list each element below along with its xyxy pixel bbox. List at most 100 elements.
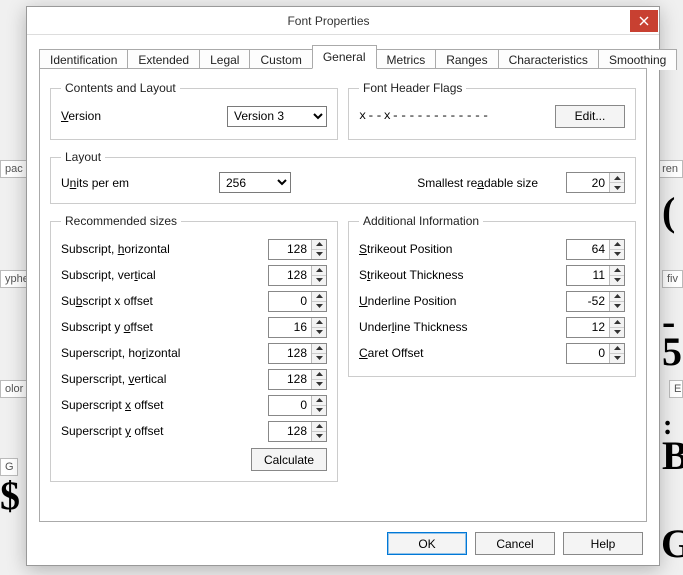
superscript-y-offset-spinner[interactable] xyxy=(268,421,327,442)
superscript-y-offset-label: Superscript y offset xyxy=(61,424,268,438)
spin-up-icon[interactable] xyxy=(312,266,326,276)
caret-offset-label: Caret Offset xyxy=(359,346,566,360)
help-button[interactable]: Help xyxy=(563,532,643,555)
smallest-readable-input[interactable] xyxy=(567,173,609,192)
units-per-em-select[interactable]: 256 xyxy=(219,172,291,193)
underline-position-spinner[interactable] xyxy=(566,291,625,312)
tab-custom[interactable]: Custom xyxy=(249,49,312,70)
subscript-y-offset-label: Subscript y offset xyxy=(61,320,268,334)
bg-text: pac xyxy=(0,160,28,178)
ok-button[interactable]: OK xyxy=(387,532,467,555)
spin-up-icon[interactable] xyxy=(610,266,624,276)
calculate-button[interactable]: Calculate xyxy=(251,448,327,471)
bg-text: ren xyxy=(657,160,683,178)
smallest-readable-spinner[interactable] xyxy=(566,172,625,193)
units-per-em-label: Units per em xyxy=(61,176,201,190)
superscript-horizontal-label: Superscript, horizontal xyxy=(61,346,268,360)
spin-down-icon[interactable] xyxy=(610,302,624,311)
subscript-horizontal-spinner[interactable] xyxy=(268,239,327,260)
spin-up-icon[interactable] xyxy=(312,370,326,380)
group-legend: Layout xyxy=(61,150,105,164)
bg-glyph: G xyxy=(661,520,683,567)
font-properties-dialog: Font Properties Identification Extended … xyxy=(26,6,660,566)
spin-up-icon[interactable] xyxy=(610,292,624,302)
underline-thickness-spinner[interactable] xyxy=(566,317,625,338)
flags-pattern: x--x------------ xyxy=(359,109,555,123)
cancel-button[interactable]: Cancel xyxy=(475,532,555,555)
caret-offset-spinner[interactable] xyxy=(566,343,625,364)
strikeout-thickness-spinner[interactable] xyxy=(566,265,625,286)
tab-strip: Identification Extended Legal Custom Gen… xyxy=(39,45,647,69)
strikeout-thickness-label: Strikeout Thickness xyxy=(359,268,566,282)
spin-up-icon[interactable] xyxy=(312,422,326,432)
spin-down-icon[interactable] xyxy=(610,183,624,192)
spin-up-icon[interactable] xyxy=(312,292,326,302)
bg-glyph: B xyxy=(662,432,683,479)
underline-position-label: Underline Position xyxy=(359,294,566,308)
bg-glyph: $ xyxy=(0,472,20,519)
tab-characteristics[interactable]: Characteristics xyxy=(498,49,599,70)
spin-up-icon[interactable] xyxy=(312,240,326,250)
spin-down-icon[interactable] xyxy=(610,276,624,285)
dialog-footer: OK Cancel Help xyxy=(39,522,647,557)
tab-identification[interactable]: Identification xyxy=(39,49,128,70)
spin-up-icon[interactable] xyxy=(312,318,326,328)
spin-down-icon[interactable] xyxy=(610,328,624,337)
subscript-horizontal-label: Subscript, horizontal xyxy=(61,242,268,256)
subscript-x-offset-spinner[interactable] xyxy=(268,291,327,312)
close-button[interactable] xyxy=(630,10,658,32)
spin-up-icon[interactable] xyxy=(610,344,624,354)
group-legend: Additional Information xyxy=(359,214,483,228)
group-additional-information: Additional Information Strikeout Positio… xyxy=(348,214,636,377)
spin-down-icon[interactable] xyxy=(312,354,326,363)
tab-metrics[interactable]: Metrics xyxy=(376,49,437,70)
tab-extended[interactable]: Extended xyxy=(127,49,200,70)
subscript-vertical-label: Subscript, vertical xyxy=(61,268,268,282)
version-select[interactable]: Version 3 xyxy=(227,106,327,127)
tab-panel-general: Contents and Layout Version Version 3 Fo… xyxy=(39,68,647,522)
tab-general[interactable]: General xyxy=(312,45,377,69)
group-recommended-sizes: Recommended sizes Subscript, horizontal … xyxy=(50,214,338,482)
spin-up-icon[interactable] xyxy=(312,396,326,406)
group-legend: Contents and Layout xyxy=(61,81,180,95)
edit-flags-button[interactable]: Edit... xyxy=(555,105,625,128)
bg-text: olor xyxy=(0,380,28,398)
underline-thickness-label: Underline Thickness xyxy=(359,320,566,334)
close-icon xyxy=(639,16,649,26)
bg-text: E xyxy=(669,380,683,398)
subscript-x-offset-label: Subscript x offset xyxy=(61,294,268,308)
tab-smoothing[interactable]: Smoothing xyxy=(598,49,677,70)
spin-down-icon[interactable] xyxy=(312,276,326,285)
spin-down-icon[interactable] xyxy=(312,406,326,415)
spin-down-icon[interactable] xyxy=(312,432,326,441)
subscript-y-offset-spinner[interactable] xyxy=(268,317,327,338)
superscript-vertical-label: Superscript, vertical xyxy=(61,372,268,386)
group-layout: Layout Units per em 256 Smallest readabl… xyxy=(50,150,636,204)
spin-up-icon[interactable] xyxy=(610,173,624,183)
spin-down-icon[interactable] xyxy=(312,250,326,259)
spin-down-icon[interactable] xyxy=(312,380,326,389)
strikeout-position-spinner[interactable] xyxy=(566,239,625,260)
tab-legal[interactable]: Legal xyxy=(199,49,250,70)
dialog-title: Font Properties xyxy=(27,14,630,28)
spin-down-icon[interactable] xyxy=(312,328,326,337)
group-font-header-flags: Font Header Flags x--x------------ Edit.… xyxy=(348,81,636,140)
spin-up-icon[interactable] xyxy=(610,318,624,328)
spin-up-icon[interactable] xyxy=(312,344,326,354)
superscript-x-offset-spinner[interactable] xyxy=(268,395,327,416)
strikeout-position-label: Strikeout Position xyxy=(359,242,566,256)
bg-glyph: 5 xyxy=(662,328,682,375)
group-contents-layout: Contents and Layout Version Version 3 xyxy=(50,81,338,140)
group-legend: Font Header Flags xyxy=(359,81,466,95)
smallest-readable-label: Smallest readable size xyxy=(417,176,538,190)
subscript-vertical-spinner[interactable] xyxy=(268,265,327,286)
group-legend: Recommended sizes xyxy=(61,214,181,228)
spin-down-icon[interactable] xyxy=(610,250,624,259)
superscript-horizontal-spinner[interactable] xyxy=(268,343,327,364)
spin-down-icon[interactable] xyxy=(312,302,326,311)
spin-up-icon[interactable] xyxy=(610,240,624,250)
superscript-vertical-spinner[interactable] xyxy=(268,369,327,390)
titlebar: Font Properties xyxy=(27,7,659,35)
tab-ranges[interactable]: Ranges xyxy=(435,49,498,70)
spin-down-icon[interactable] xyxy=(610,354,624,363)
